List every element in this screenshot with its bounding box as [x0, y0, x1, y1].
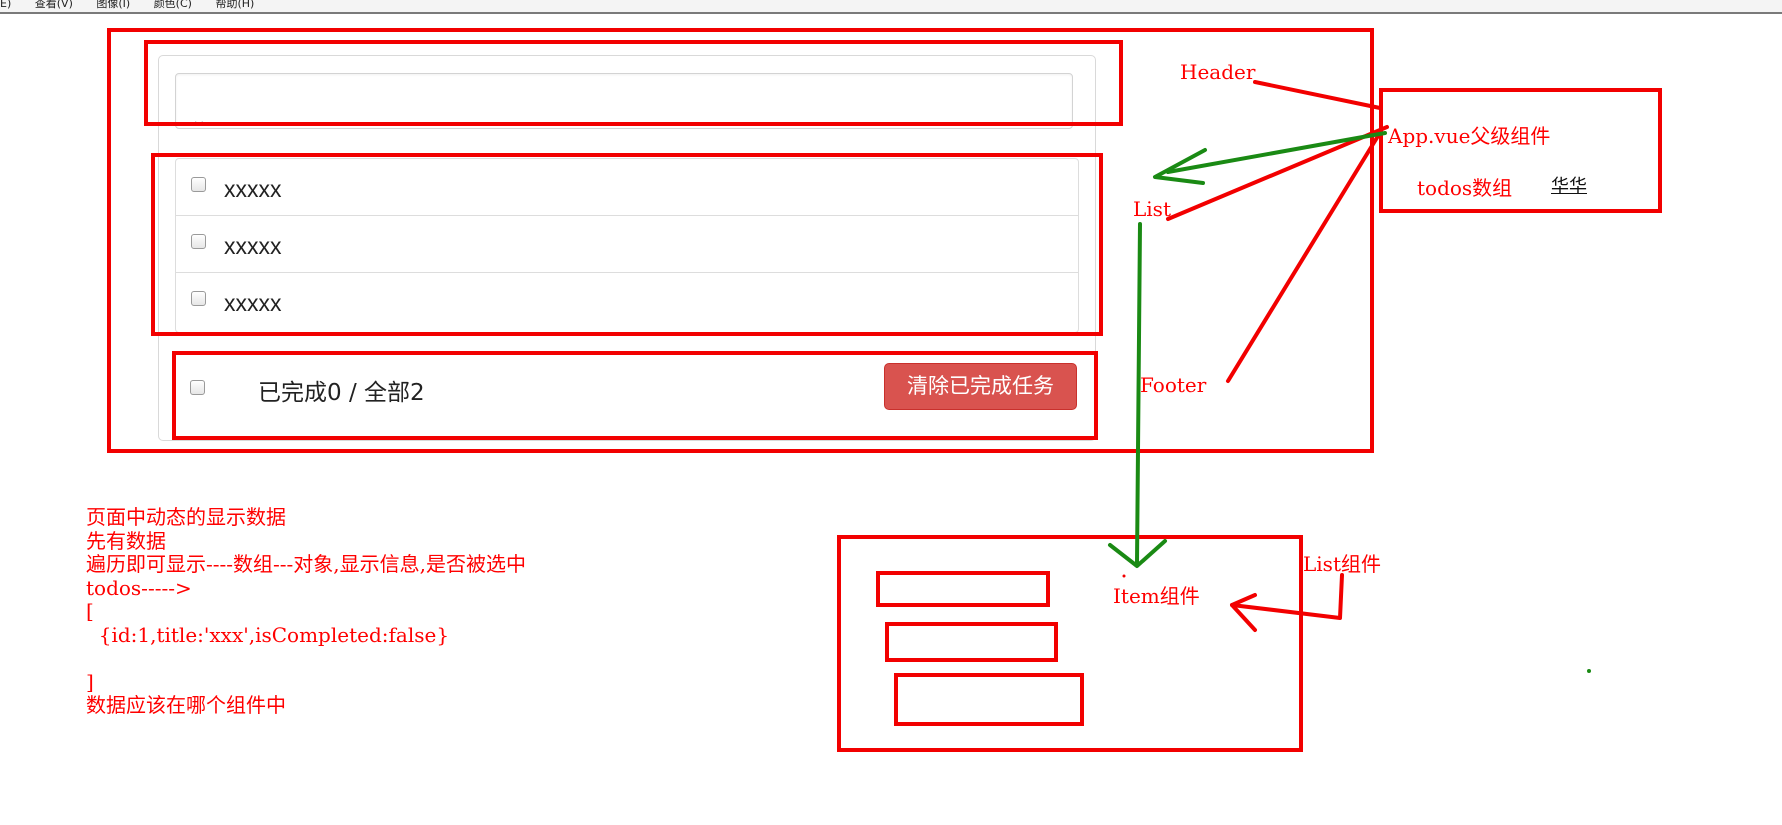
red-dot: [1122, 574, 1126, 578]
app-to-footer-arrow: [1226, 134, 1380, 383]
header-to-app-arrow: [1253, 80, 1382, 110]
green-dot: [1587, 669, 1591, 673]
list-to-item-green-arrow: [1135, 222, 1142, 565]
arrows-layer: [1108, 80, 1591, 673]
item-arrowhead: [1230, 593, 1257, 632]
